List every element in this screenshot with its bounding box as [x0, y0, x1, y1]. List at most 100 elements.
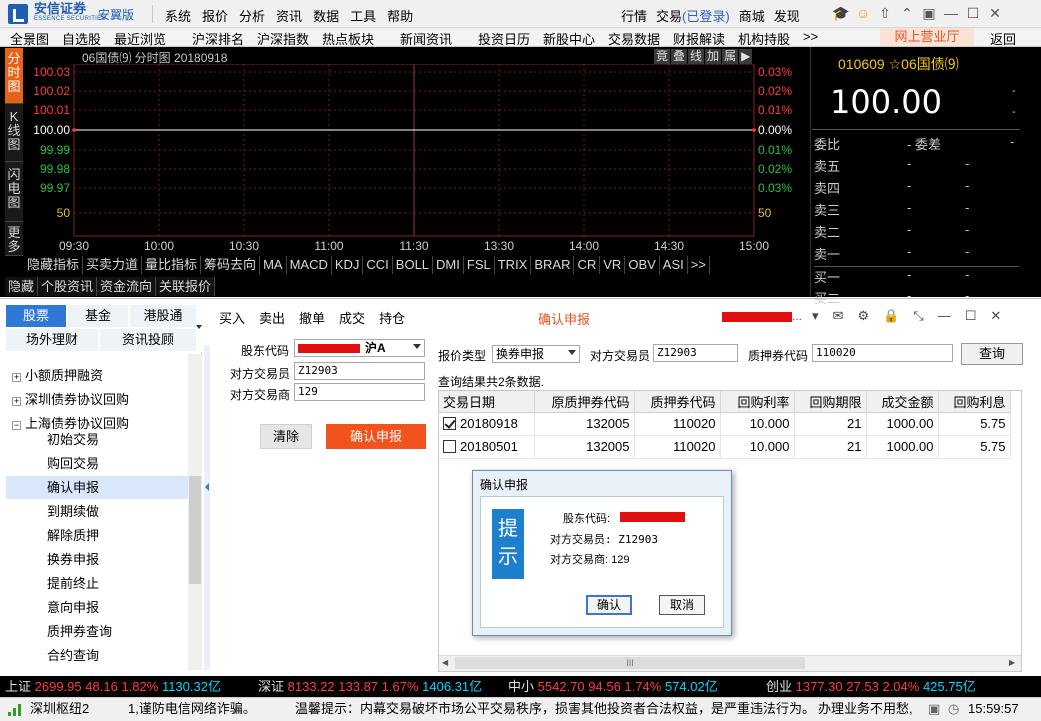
panel-close-icon[interactable]: ✕: [990, 308, 1001, 324]
dialog-ok-button[interactable]: 确认: [586, 595, 632, 615]
indicator-0[interactable]: 隐藏指标: [24, 256, 84, 274]
tree-item-8[interactable]: 质押券查询: [6, 620, 188, 643]
counterparty-firm-input[interactable]: 129: [294, 383, 425, 401]
mail-icon[interactable]: ✉: [833, 308, 844, 324]
tab-intraday[interactable]: 分时图: [5, 48, 23, 104]
online-hall-button[interactable]: 网上营业厅: [880, 28, 974, 46]
tab-kline[interactable]: K线图: [5, 104, 23, 162]
sell-button[interactable]: 卖出: [259, 308, 285, 327]
screen-icon[interactable]: ▣: [928, 698, 940, 720]
ticker-item[interactable]: 深证 8133.22 133.87 1.67% 1406.31亿: [258, 676, 482, 697]
nav-more[interactable]: >>: [803, 29, 818, 44]
query-trader-input[interactable]: Z12903: [653, 344, 738, 362]
indicator-1[interactable]: 买卖力道: [83, 256, 143, 274]
expand-icon[interactable]: +: [12, 397, 21, 406]
minimize-icon[interactable]: —: [942, 4, 960, 22]
row-checkbox[interactable]: [443, 417, 456, 430]
pledge-code-input[interactable]: 110020: [812, 344, 953, 362]
menu-trade[interactable]: 交易(已登录): [656, 6, 730, 25]
tree-item-2[interactable]: 确认申报: [6, 476, 188, 499]
positions-button[interactable]: 持仓: [379, 308, 405, 327]
menu-system[interactable]: 系统: [165, 6, 191, 25]
indicator-2[interactable]: 量比指标: [142, 256, 202, 274]
chart-btn-add[interactable]: 加: [705, 49, 722, 64]
chart-bottom-tab-1[interactable]: 个股资讯: [38, 277, 98, 296]
nav-institution[interactable]: 机构持股: [738, 29, 790, 48]
ticker-item[interactable]: 中小 5542.70 94.56 1.74% 574.02亿: [508, 676, 718, 697]
scroll-left-icon[interactable]: ◀: [442, 658, 448, 667]
nav-trade-data[interactable]: 交易数据: [608, 29, 660, 48]
menu-analysis[interactable]: 分析: [239, 6, 265, 25]
quote-scrollbar[interactable]: [1022, 47, 1041, 297]
nav-ipo[interactable]: 新股中心: [543, 29, 595, 48]
clear-button[interactable]: 清除: [260, 424, 312, 449]
server-name[interactable]: 深圳枢纽2: [30, 698, 89, 720]
nav-watchlist[interactable]: 自选股: [62, 29, 101, 48]
cancel-order-button[interactable]: 撤单: [299, 308, 325, 327]
column-header[interactable]: 质押券代码: [634, 391, 721, 413]
graduation-cap-icon[interactable]: 🎓: [832, 4, 850, 22]
column-header[interactable]: 交易日期: [439, 391, 535, 413]
column-header[interactable]: 原质押券代码: [534, 391, 635, 413]
indicator-14[interactable]: VR: [600, 256, 626, 274]
dialog-cancel-button[interactable]: 取消: [659, 595, 705, 615]
indicator-11[interactable]: TRIX: [495, 256, 532, 274]
table-row[interactable]: 20180918 132005 110020 10.000 21 1000.00 5.75: [439, 412, 1011, 436]
tree-item-6[interactable]: 提前终止: [6, 572, 188, 595]
chart-btn-overlay[interactable]: 叠: [671, 49, 688, 64]
tree-group-1[interactable]: + 深圳债券协议回购: [12, 389, 129, 408]
collapse-handle[interactable]: [204, 345, 210, 670]
back-button[interactable]: 返回: [990, 29, 1016, 48]
indicator-9[interactable]: DMI: [433, 256, 464, 274]
chart-btn-line[interactable]: 线: [688, 49, 705, 64]
tab-otc-finance[interactable]: 场外理财: [6, 329, 98, 351]
indicator-5[interactable]: MACD: [287, 256, 332, 274]
table-hscroll-thumb[interactable]: III: [455, 657, 805, 669]
tree-item-5[interactable]: 换券申报: [6, 548, 188, 571]
settings-icon[interactable]: ⚙: [857, 308, 869, 324]
quote-type-select[interactable]: 换券申报: [492, 345, 580, 363]
nav-overview[interactable]: 全景图: [10, 29, 49, 48]
tab-lightning[interactable]: 闪电图: [5, 162, 23, 222]
tab-more[interactable]: 更多: [5, 222, 23, 256]
expand-icon[interactable]: ⤡: [913, 308, 923, 324]
indicator-4[interactable]: MA: [260, 256, 287, 274]
column-header[interactable]: 回购期限: [794, 391, 867, 413]
collapse-arrow-icon[interactable]: [205, 483, 209, 491]
nav-hot-sector[interactable]: 热点板块: [322, 29, 374, 48]
indicator-8[interactable]: BOLL: [393, 256, 434, 274]
dropdown-icon[interactable]: ▾: [812, 308, 819, 324]
chart-bottom-tab-2[interactable]: 资金流向: [97, 277, 157, 296]
tree-group-0[interactable]: + 小额质押融资: [12, 365, 103, 384]
menu-tools[interactable]: 工具: [350, 6, 376, 25]
nav-index[interactable]: 沪深指数: [257, 29, 309, 48]
tab-stock[interactable]: 股票: [6, 305, 66, 327]
menu-info[interactable]: 资讯: [276, 6, 302, 25]
nav-news[interactable]: 新闻资讯: [400, 29, 452, 48]
chart-btn-compete[interactable]: 竟: [654, 49, 671, 64]
tree-item-7[interactable]: 意向申报: [6, 596, 188, 619]
tree-item-0[interactable]: 初始交易: [6, 428, 188, 451]
tree-item-3[interactable]: 到期续做: [6, 500, 188, 523]
menu-data[interactable]: 数据: [313, 6, 339, 25]
nav-rank[interactable]: 沪深排名: [192, 29, 244, 48]
chart-btn-play-icon[interactable]: ▶: [739, 49, 753, 64]
chevron-up-icon[interactable]: ⌃: [898, 4, 916, 22]
indicator-12[interactable]: BRAR: [531, 256, 575, 274]
chart-bottom-tab-3[interactable]: 关联报价: [156, 277, 216, 296]
menu-mall[interactable]: 商城: [739, 6, 765, 25]
indicator-17[interactable]: >>: [688, 256, 710, 274]
ticker-item[interactable]: 创业 1377.30 27.53 2.04% 425.75亿: [766, 676, 976, 697]
nav-calendar[interactable]: 投资日历: [478, 29, 530, 48]
menu-help[interactable]: 帮助: [387, 6, 413, 25]
table-row[interactable]: 20180501 132005 110020 10.000 21 1000.00 5.75: [439, 435, 1011, 459]
maximize-icon[interactable]: ☐: [964, 4, 982, 22]
tab-fund[interactable]: 基金: [68, 305, 128, 327]
chart-btn-property[interactable]: 属: [722, 49, 739, 64]
tree-item-1[interactable]: 购回交易: [6, 452, 188, 475]
deals-button[interactable]: 成交: [339, 308, 365, 327]
nav-recent[interactable]: 最近浏览: [114, 29, 166, 48]
buy-button[interactable]: 买入: [219, 308, 245, 327]
indicator-6[interactable]: KDJ: [332, 256, 364, 274]
panel-minimize-icon[interactable]: —: [938, 308, 951, 324]
